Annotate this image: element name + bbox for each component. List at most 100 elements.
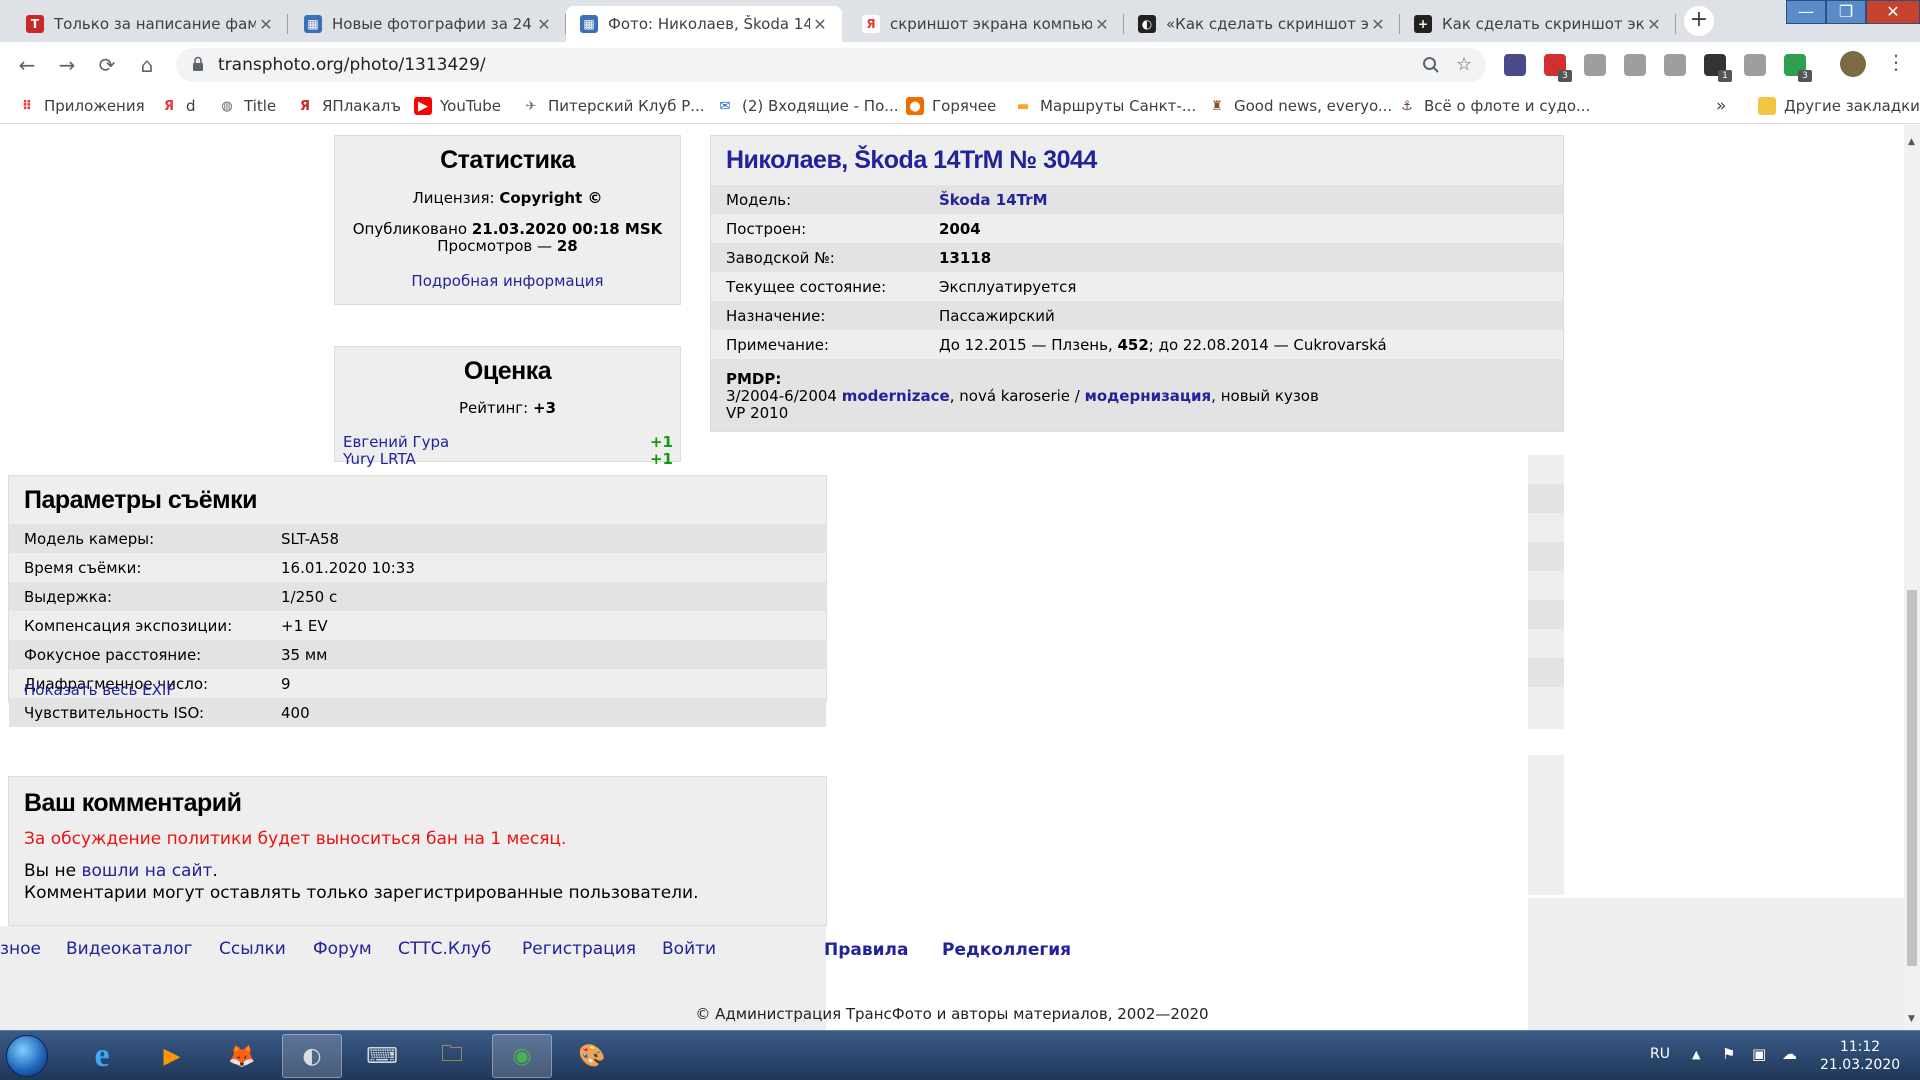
taskbar-browser-c-button[interactable]: ◐ (282, 1034, 342, 1078)
scroll-thumb[interactable] (1907, 590, 1917, 966)
exif-link[interactable]: Показать весь EXIF (24, 681, 175, 699)
taskbar-media-player-button[interactable]: ▶ (142, 1034, 202, 1078)
address-bar[interactable]: transphoto.org/photo/1313429/ ☆ (176, 48, 1486, 82)
shield-extension-icon[interactable] (1744, 54, 1766, 76)
bookmark-hot[interactable]: ● Горячее (906, 94, 996, 118)
modernization-link[interactable]: модернизация (1085, 387, 1212, 405)
bookmark-mail[interactable]: ✉ (2) Входящие - По... (716, 94, 899, 118)
footer-link[interactable]: Форум (313, 939, 372, 959)
footer-link[interactable]: Регистрация (522, 939, 636, 959)
download-extension-icon[interactable] (1584, 54, 1606, 76)
url-text[interactable]: transphoto.org/photo/1313429/ (218, 55, 486, 75)
start-button[interactable] (6, 1035, 48, 1077)
taskbar-paint-button[interactable]: 🎨 (562, 1034, 622, 1078)
taskbar-explorer-button[interactable]: 🗀 (422, 1034, 482, 1078)
box-extension-icon[interactable]: 1 (1704, 54, 1732, 82)
vehicle-row-key: Модель: (726, 190, 792, 209)
footer-link[interactable]: Войти (662, 939, 716, 959)
login-line: Вы не вошли на сайт. (24, 861, 218, 881)
back-button[interactable]: ← (14, 52, 40, 78)
footer-link[interactable]: Видеокаталог (66, 939, 193, 959)
cloud-icon[interactable]: ☁ (1782, 1045, 1797, 1063)
bookmark-apps[interactable]: ⠿ Приложения (18, 94, 145, 118)
taskbar-chrome-button[interactable]: ◉ (492, 1034, 552, 1078)
forward-button[interactable]: → (54, 52, 80, 78)
check-shield-extension-icon[interactable]: 3 (1784, 54, 1812, 82)
tab-5[interactable]: ◐ «Как сделать скриншот экрана✕ (1124, 6, 1400, 42)
language-indicator[interactable]: RU (1650, 1046, 1670, 1062)
bookmark-news[interactable]: ♜ Good news, everyo... (1208, 94, 1392, 118)
modernizace-link[interactable]: modernizace (842, 387, 950, 405)
login-link[interactable]: вошли на сайт (81, 861, 212, 881)
globe-icon: ◍ (221, 98, 233, 114)
stats-title: Статистика (440, 146, 575, 174)
tab-title: Как сделать скриншот экрана (1442, 15, 1644, 33)
tab-3[interactable]: ▦ Фото: Николаев, Škoda 14TrM✕ (566, 6, 842, 42)
bookmark-yt[interactable]: ▶ YouTube (414, 94, 501, 118)
tray-expand-icon[interactable]: ▲ (1692, 1048, 1700, 1061)
network-icon[interactable]: ▣ (1752, 1045, 1766, 1063)
home-button[interactable]: ⌂ (134, 52, 160, 78)
minimize-button[interactable]: — (1786, 0, 1826, 24)
footer-bold-link[interactable]: Редколлегия (942, 940, 1071, 960)
tab-favicon-icon: ▦ (304, 15, 322, 33)
bookmark-club[interactable]: ✈ Питерский Клуб Р... (522, 94, 705, 118)
bookmark-label: Питерский Клуб Р... (548, 97, 705, 115)
page-scrollbar[interactable]: ▲ ▼ (1904, 125, 1920, 1030)
globe-extension-icon[interactable] (1624, 54, 1646, 76)
tab-close-icon[interactable]: ✕ (534, 15, 554, 34)
vehicle-row-key: Заводской №: (726, 248, 835, 267)
footer-bold-link[interactable]: Правила (824, 940, 908, 960)
scroll-down-icon[interactable]: ▼ (1908, 1014, 1915, 1024)
reload-button[interactable]: ⟳ (94, 52, 120, 78)
bookmark-fleet[interactable]: ⚓ Всё о флоте и судо... (1398, 94, 1590, 118)
comment-panel: Ваш комментарий За обсуждение политики б… (8, 776, 827, 926)
tab-6[interactable]: + Как сделать скриншот экрана✕ (1400, 6, 1676, 42)
bus-icon: ▬ (1016, 98, 1030, 114)
views-line: Просмотров — 28 (335, 237, 680, 255)
taskbar-firefox-button[interactable]: 🦊 (212, 1034, 272, 1078)
menu-icon[interactable]: ⋮ (1886, 50, 1906, 74)
bookmark-star-icon[interactable]: ☆ (1456, 54, 1472, 75)
taskbar-keyboard-button[interactable]: ⌨ (352, 1034, 412, 1078)
drive-extension-icon[interactable] (1664, 54, 1686, 76)
adblock-extension-icon[interactable]: 3 (1544, 54, 1572, 82)
tab-close-icon[interactable]: ✕ (1368, 15, 1388, 34)
tab-title: скриншот экрана компьютера (890, 15, 1092, 33)
bookmark-bus[interactable]: ▬ Маршруты Санкт-... (1014, 94, 1196, 118)
tab-close-icon[interactable]: ✕ (256, 15, 276, 34)
ext-1-extension-icon[interactable] (1504, 54, 1526, 76)
tab-close-icon[interactable]: ✕ (1644, 15, 1664, 34)
close-window-button[interactable]: ✕ (1866, 0, 1920, 24)
voter-name[interactable]: Евгений Гура (343, 433, 449, 451)
footer-link[interactable]: СТТС.Клуб (398, 939, 491, 959)
bookmarks-more-button[interactable]: » (1716, 94, 1726, 118)
folder-icon (1758, 97, 1776, 115)
scroll-up-icon[interactable]: ▲ (1908, 137, 1915, 147)
taskbar-ie-button[interactable]: e (72, 1034, 132, 1078)
other-bookmarks[interactable]: Другие закладки (1758, 94, 1920, 118)
bookmark-yap[interactable]: Я ЯПлакалъ (296, 94, 401, 118)
new-tab-button[interactable]: + (1684, 6, 1714, 36)
tab-2[interactable]: ▦ Новые фотографии за 24 часа✕ (290, 6, 566, 42)
vehicle-row: Заводской №: 13118 (711, 243, 1563, 272)
footer-link[interactable]: зное (0, 939, 41, 959)
pmdp-dates: 3/2004-6/2004 (726, 387, 842, 405)
tab-close-icon[interactable]: ✕ (810, 15, 830, 34)
maximize-button[interactable]: ❐ (1826, 0, 1866, 24)
action-center-icon[interactable]: ⚑ (1722, 1045, 1735, 1063)
voter-name[interactable]: Yury LRTA (343, 450, 416, 468)
vehicle-row-value[interactable]: Škoda 14TrM (939, 191, 1048, 209)
tab-4[interactable]: Яскриншот экрана компьютера✕ (848, 6, 1124, 42)
voter-vote: +1 (649, 450, 673, 468)
published-label: Опубликовано (352, 220, 468, 238)
zoom-icon[interactable] (1422, 56, 1440, 74)
footer-link[interactable]: Ссылки (219, 939, 286, 959)
bookmark-globe[interactable]: ◍ Title (218, 94, 276, 118)
details-link[interactable]: Подробная информация (335, 272, 680, 290)
bookmark-ya[interactable]: Яd (160, 94, 196, 118)
tab-close-icon[interactable]: ✕ (1092, 15, 1112, 34)
tab-1[interactable]: Т Только за написание фамилии✕ (12, 6, 288, 42)
clock[interactable]: 11:12 21.03.2020 (1820, 1038, 1900, 1074)
profile-avatar[interactable] (1840, 51, 1866, 77)
